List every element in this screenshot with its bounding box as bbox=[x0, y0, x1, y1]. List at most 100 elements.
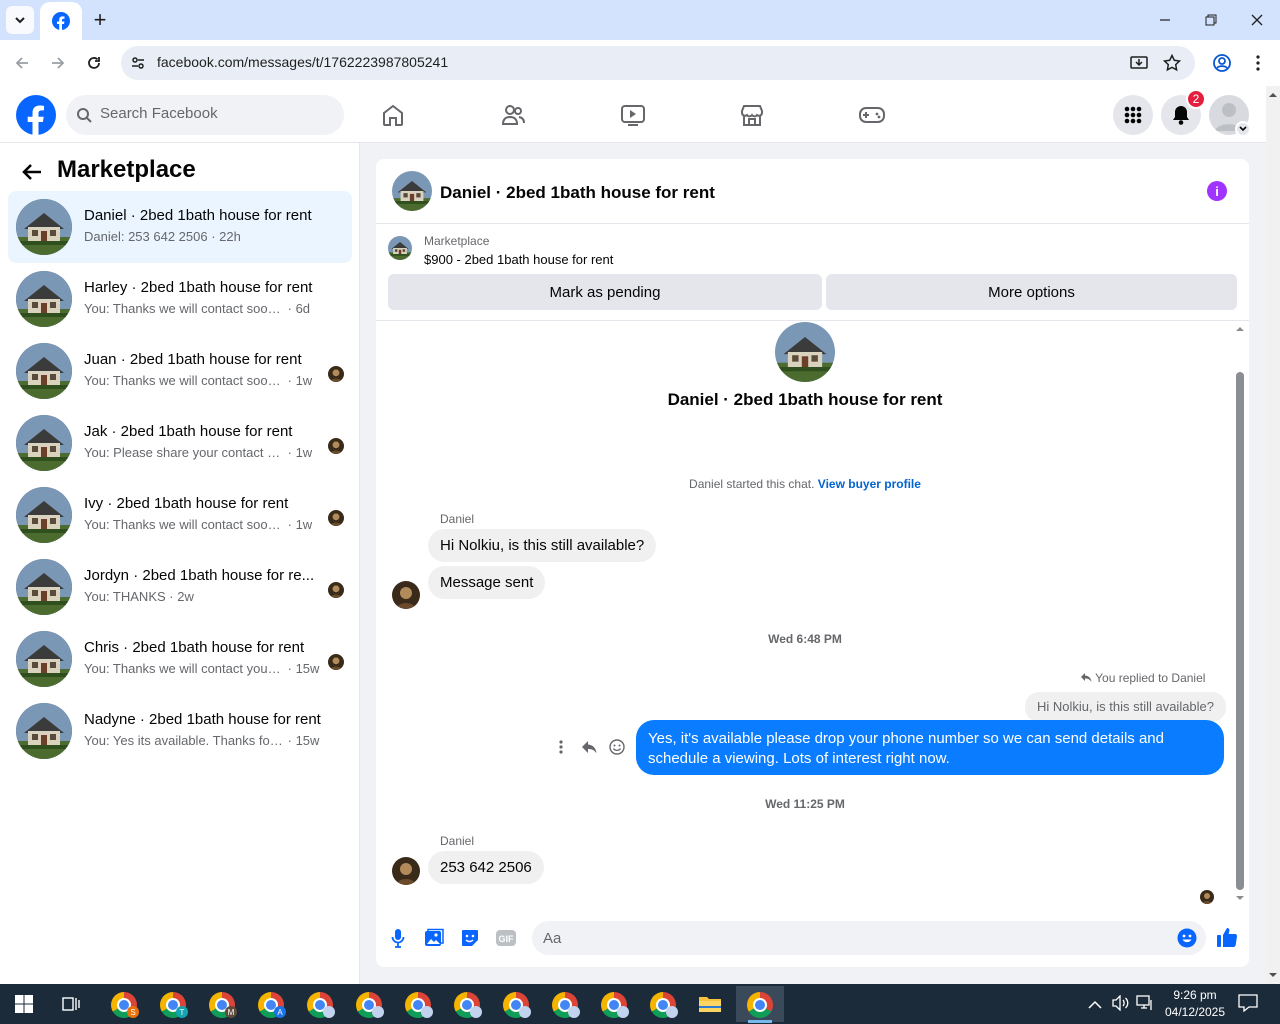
conversation-item[interactable]: Harley · 2bed 1bath house for rent You: T… bbox=[8, 263, 352, 335]
account-chevron[interactable] bbox=[1235, 121, 1251, 137]
listing-avatar bbox=[16, 343, 72, 399]
restore-button[interactable] bbox=[1196, 6, 1226, 34]
url-text[interactable]: facebook.com/messages/t/1762223987805241 bbox=[157, 54, 448, 70]
profile-badge bbox=[519, 1006, 531, 1018]
nav-gaming[interactable] bbox=[857, 100, 887, 130]
minimize-button[interactable] bbox=[1150, 6, 1180, 34]
chat-intro-avatar[interactable] bbox=[775, 322, 835, 382]
browser-menu-icon[interactable] bbox=[1249, 54, 1267, 75]
emoji-button[interactable] bbox=[1177, 928, 1197, 948]
chat-avatar[interactable] bbox=[392, 171, 432, 211]
network-button[interactable] bbox=[1136, 995, 1154, 1014]
listing-thumbnail[interactable] bbox=[388, 236, 412, 260]
page-scrollbar[interactable] bbox=[1266, 86, 1280, 984]
conversation-item[interactable]: Chris · 2bed 1bath house for rent You: Th… bbox=[8, 623, 352, 695]
reload-button[interactable] bbox=[82, 51, 106, 75]
preview-separator: · bbox=[284, 661, 296, 676]
message-bubble[interactable]: Hi Nolkiu, is this still available? bbox=[428, 529, 657, 562]
view-buyer-profile-link[interactable]: View buyer profile bbox=[818, 477, 921, 491]
file-explorer-button[interactable] bbox=[698, 994, 722, 1017]
notification-center-button[interactable] bbox=[1238, 994, 1258, 1015]
menu-button[interactable] bbox=[1113, 95, 1153, 135]
task-view-icon bbox=[62, 997, 80, 1011]
arrow-right-icon bbox=[52, 57, 65, 69]
conversation-preview: You: Thanks we will contact you s... · 1… bbox=[84, 661, 319, 676]
page-scroll-down-icon[interactable] bbox=[1268, 972, 1278, 978]
conversation-item[interactable]: Daniel · 2bed 1bath house for rent Daniel… bbox=[8, 191, 352, 263]
listing-title[interactable]: $900 - 2bed 1bath house for rent bbox=[424, 252, 613, 267]
back-arrow-icon[interactable] bbox=[20, 160, 44, 184]
reply-button[interactable] bbox=[580, 738, 598, 756]
minimize-icon bbox=[1160, 19, 1170, 21]
start-button[interactable] bbox=[15, 995, 33, 1016]
sticker-button[interactable] bbox=[460, 928, 480, 948]
listing-avatar bbox=[16, 703, 72, 759]
user-avatar[interactable] bbox=[392, 581, 420, 609]
divider bbox=[376, 223, 1249, 224]
chrome-active-icon[interactable] bbox=[747, 992, 773, 1018]
seen-avatar bbox=[328, 582, 344, 598]
more-options-button[interactable]: More options bbox=[826, 274, 1237, 310]
conversation-name: Jak · 2bed 1bath house for rent bbox=[84, 423, 293, 440]
conversation-item[interactable]: Jak · 2bed 1bath house for rent You: Plea… bbox=[8, 407, 352, 479]
task-view-button[interactable] bbox=[62, 995, 80, 1016]
tab-search-button[interactable] bbox=[6, 6, 34, 34]
message-bubble[interactable]: Message sent bbox=[428, 566, 546, 599]
taskbar-clock[interactable]: 9:26 pm 04/12/2025 bbox=[1160, 987, 1230, 1021]
conversation-item[interactable]: Nadyne · 2bed 1bath house for rent You: Y… bbox=[8, 695, 352, 767]
message-input[interactable] bbox=[532, 921, 1206, 955]
facebook-logo-icon bbox=[16, 95, 56, 135]
profile-badge bbox=[666, 1006, 678, 1018]
chat-title[interactable]: Daniel · 2bed 1bath house for rent bbox=[440, 183, 715, 203]
nav-video[interactable] bbox=[618, 100, 648, 130]
new-tab-button[interactable]: + bbox=[88, 7, 112, 32]
message-bubble[interactable]: 253 642 2506 bbox=[428, 851, 544, 884]
page-scroll-up-icon[interactable] bbox=[1268, 92, 1278, 98]
nav-friends[interactable] bbox=[498, 100, 528, 130]
listing-avatar bbox=[16, 271, 72, 327]
react-button[interactable] bbox=[608, 738, 626, 756]
speaker-icon bbox=[1112, 994, 1129, 1012]
profile-badge bbox=[372, 1006, 384, 1018]
attach-photo-button[interactable] bbox=[424, 928, 444, 948]
thumbs-up-icon bbox=[1217, 928, 1238, 948]
conversation-name: Chris · 2bed 1bath house for rent bbox=[84, 639, 305, 656]
forward-button[interactable] bbox=[46, 51, 70, 75]
my-message-bubble[interactable]: Yes, it's available please drop your pho… bbox=[636, 720, 1224, 775]
close-window-button[interactable] bbox=[1242, 6, 1272, 34]
marketplace-label: Marketplace bbox=[424, 234, 490, 248]
mark-as-pending-button[interactable]: Mark as pending bbox=[388, 274, 822, 310]
nav-marketplace[interactable] bbox=[737, 100, 767, 130]
conversation-item[interactable]: Jordyn · 2bed 1bath house for re... You: … bbox=[8, 551, 352, 623]
nav-home[interactable] bbox=[378, 100, 408, 130]
site-info-icon[interactable] bbox=[129, 54, 147, 72]
more-actions-button[interactable] bbox=[552, 738, 570, 756]
install-app-icon[interactable] bbox=[1130, 54, 1148, 75]
gif-button[interactable]: GIF bbox=[496, 928, 516, 948]
like-button[interactable] bbox=[1216, 926, 1238, 948]
bookmark-star-icon[interactable] bbox=[1162, 53, 1182, 75]
scroll-up-icon[interactable] bbox=[1235, 326, 1245, 332]
back-button[interactable] bbox=[10, 51, 34, 75]
profile-icon[interactable] bbox=[1212, 53, 1232, 76]
scroll-down-icon[interactable] bbox=[1235, 895, 1245, 901]
chat-scroll-thumb[interactable] bbox=[1236, 372, 1244, 890]
sticker-icon bbox=[462, 930, 478, 946]
quoted-message[interactable]: Hi Nolkiu, is this still available? bbox=[1025, 692, 1227, 722]
grid-menu-icon bbox=[1124, 106, 1142, 124]
reply-icon bbox=[582, 741, 597, 754]
info-button[interactable]: i bbox=[1207, 181, 1227, 201]
listing-avatar bbox=[16, 199, 72, 255]
voice-clip-button[interactable] bbox=[388, 928, 408, 948]
chat-started-notice: Daniel started this chat. View buyer pro… bbox=[376, 477, 1234, 491]
listing-avatar bbox=[16, 487, 72, 543]
browser-tab[interactable] bbox=[40, 2, 82, 40]
volume-button[interactable] bbox=[1112, 994, 1130, 1014]
conversation-item[interactable]: Juan · 2bed 1bath house for rent You: Tha… bbox=[8, 335, 352, 407]
show-hidden-icons[interactable] bbox=[1088, 997, 1102, 1013]
conversation-item[interactable]: Ivy · 2bed 1bath house for rent You: Than… bbox=[8, 479, 352, 551]
preview-separator: · bbox=[284, 301, 296, 316]
chevron-up-icon bbox=[1088, 1000, 1102, 1009]
facebook-logo[interactable] bbox=[16, 95, 56, 138]
user-avatar[interactable] bbox=[392, 857, 420, 885]
